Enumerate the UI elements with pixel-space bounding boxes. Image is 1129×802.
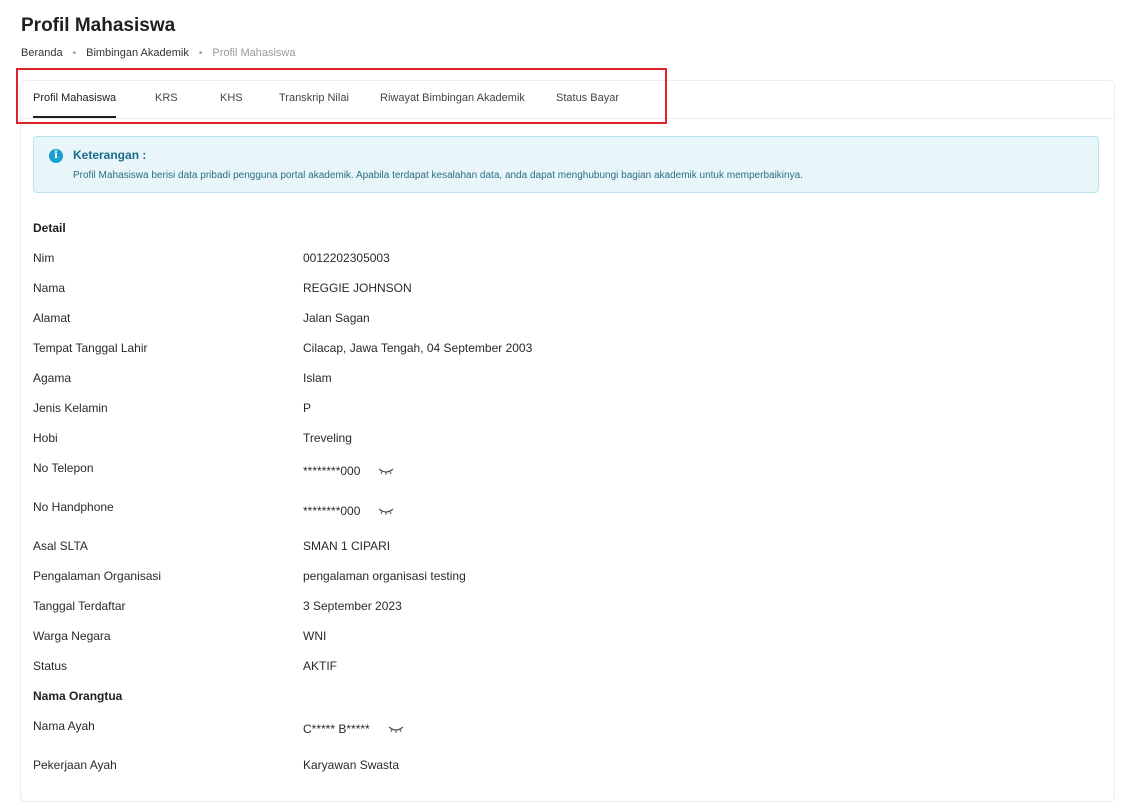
field-value: 3 September 2023 bbox=[303, 599, 402, 613]
field-value: WNI bbox=[303, 629, 327, 643]
field-value: Islam bbox=[303, 371, 332, 385]
eye-closed-icon[interactable] bbox=[388, 724, 404, 734]
field-label: Jenis Kelamin bbox=[33, 401, 108, 415]
field-value: AKTIF bbox=[303, 659, 338, 673]
section-heading-label: Detail bbox=[33, 221, 66, 235]
field-value: REGGIE JOHNSON bbox=[303, 281, 412, 295]
alert-title: Keterangan : bbox=[73, 148, 147, 162]
field-label: Status bbox=[33, 659, 68, 673]
field-label: Warga Negara bbox=[33, 629, 111, 643]
field-label: Tempat Tanggal Lahir bbox=[33, 341, 148, 355]
field-value: P bbox=[303, 401, 312, 415]
field-label: No Telepon bbox=[33, 461, 94, 475]
breadcrumb-separator: • bbox=[72, 47, 77, 59]
field-value: Jalan Sagan bbox=[303, 311, 370, 325]
masked-value: ********000 bbox=[303, 464, 361, 478]
field-value: 0012202305003 bbox=[303, 251, 390, 265]
breadcrumb-bimbingan-link[interactable]: Bimbingan Akademik bbox=[86, 47, 189, 59]
field-label: Hobi bbox=[33, 431, 58, 445]
field-value: Karyawan Swasta bbox=[303, 758, 400, 772]
field-label: Agama bbox=[33, 371, 72, 385]
field-label: No Handphone bbox=[33, 500, 114, 514]
breadcrumb-current: Profil Mahasiswa bbox=[212, 47, 296, 59]
breadcrumb-home-link[interactable]: Beranda bbox=[21, 47, 63, 59]
field-label: Nama bbox=[33, 281, 66, 295]
field-value: ********000 bbox=[303, 464, 394, 478]
field-value: pengalaman organisasi testing bbox=[303, 569, 466, 583]
field-value: C***** B***** bbox=[303, 722, 404, 736]
eye-closed-icon[interactable] bbox=[378, 506, 394, 516]
breadcrumb-separator: • bbox=[198, 47, 203, 59]
eye-closed-icon[interactable] bbox=[378, 466, 394, 476]
masked-value: ********000 bbox=[303, 504, 361, 518]
field-value: Treveling bbox=[303, 431, 352, 445]
field-label: Pengalaman Organisasi bbox=[33, 569, 162, 583]
alert-text: Profil Mahasiswa berisi data pribadi pen… bbox=[73, 170, 803, 181]
field-label: Nim bbox=[33, 251, 55, 265]
field-value: SMAN 1 CIPARI bbox=[303, 539, 391, 553]
field-label: Alamat bbox=[33, 311, 71, 325]
tabs-highlight-box bbox=[16, 68, 667, 124]
page-title: Profil Mahasiswa bbox=[21, 15, 176, 36]
info-icon: i bbox=[49, 149, 63, 163]
breadcrumb: Beranda • Bimbingan Akademik • Profil Ma… bbox=[21, 47, 296, 59]
field-value: ********000 bbox=[303, 504, 394, 518]
info-alert: i Keterangan : Profil Mahasiswa berisi d… bbox=[33, 136, 1099, 193]
field-label: Pekerjaan Ayah bbox=[33, 758, 117, 772]
field-label: Tanggal Terdaftar bbox=[33, 599, 126, 613]
field-label: Asal SLTA bbox=[33, 539, 88, 553]
field-label: Nama Ayah bbox=[33, 719, 95, 733]
field-value: Cilacap, Jawa Tengah, 04 September 2003 bbox=[303, 341, 533, 355]
masked-value: C***** B***** bbox=[303, 722, 370, 736]
section-heading-label: Nama Orangtua bbox=[33, 689, 123, 703]
